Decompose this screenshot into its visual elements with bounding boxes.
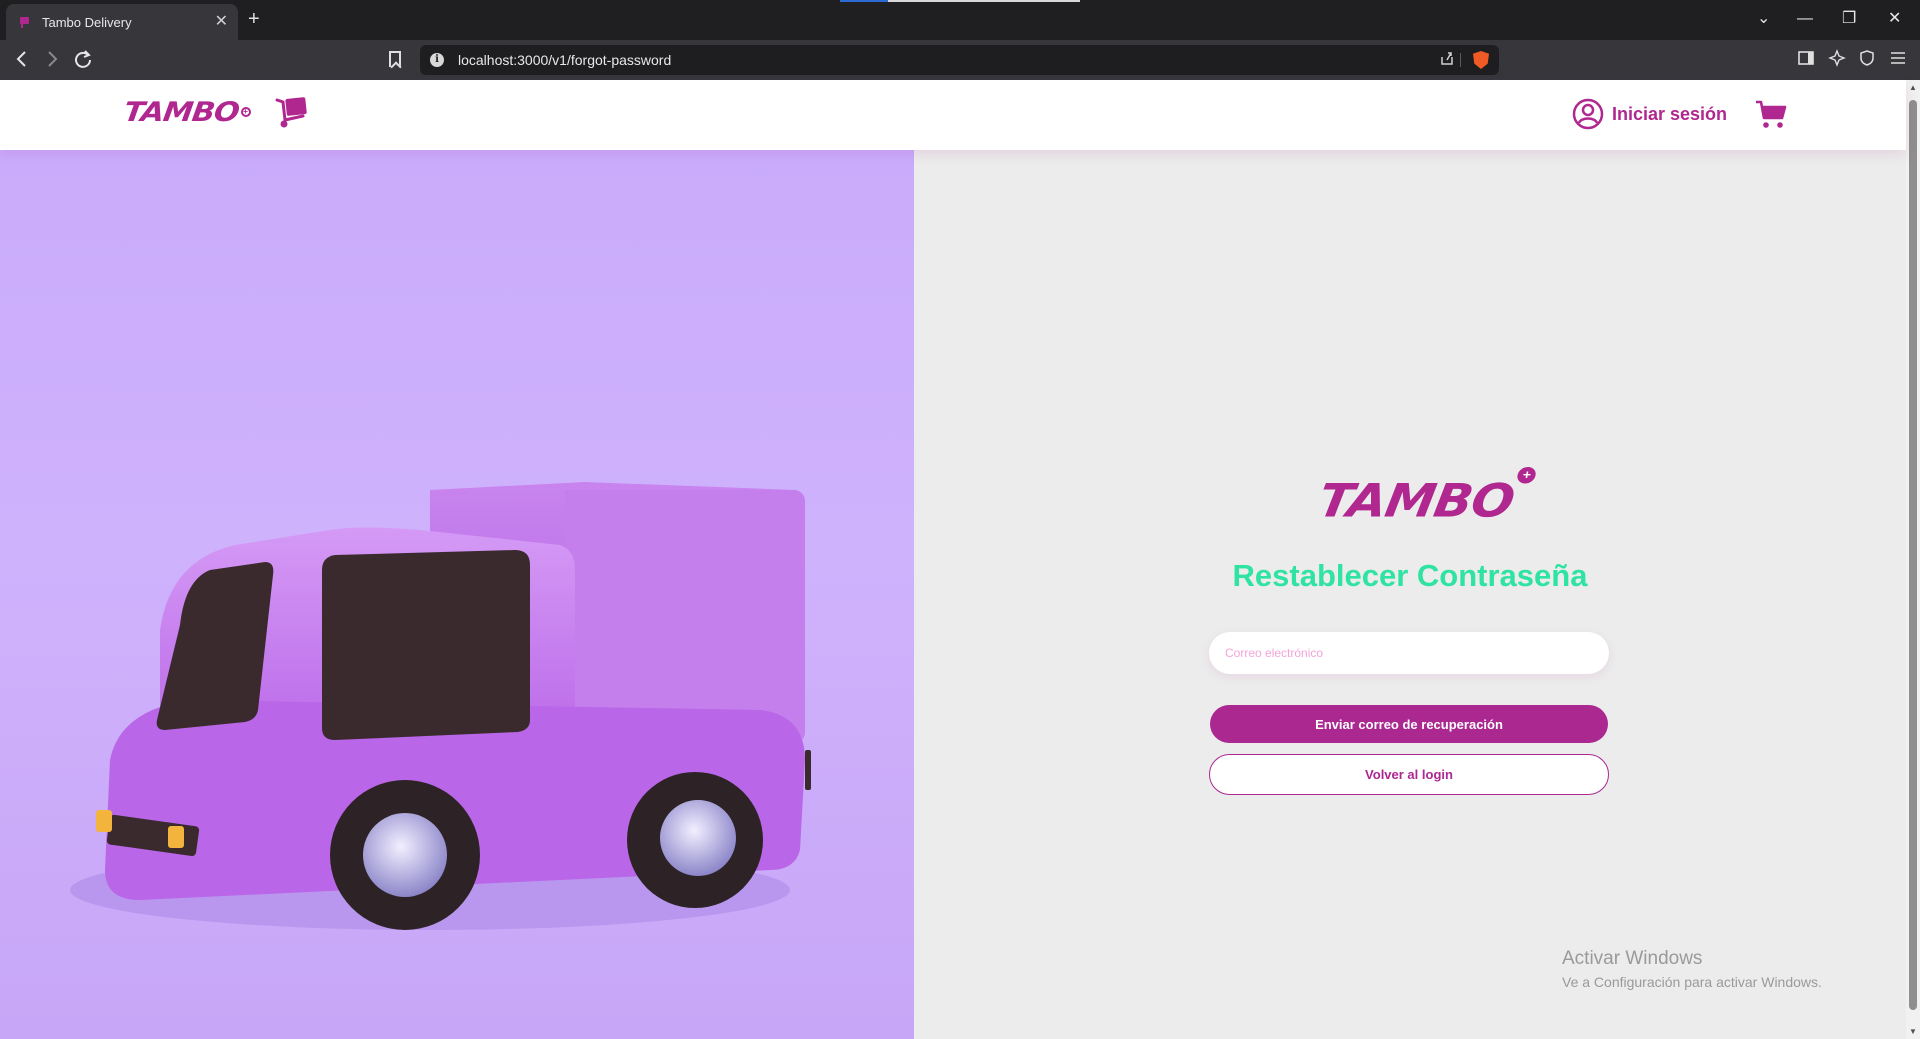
tambo-favicon-icon bbox=[20, 17, 29, 28]
form-logo: TAMBO+ bbox=[1314, 466, 1538, 528]
logo-plus-icon: + bbox=[240, 107, 251, 117]
page-title: Restablecer Contraseña bbox=[1232, 558, 1588, 593]
scroll-thumb[interactable] bbox=[1909, 100, 1917, 1010]
browser-tab[interactable]: Tambo Delivery ✕ bbox=[6, 4, 238, 40]
restore-button[interactable]: ❐ bbox=[1842, 8, 1856, 30]
brand[interactable]: TAMBO + bbox=[122, 94, 309, 130]
bookmark-icon[interactable] bbox=[389, 51, 401, 67]
close-window-button[interactable]: ✕ bbox=[1888, 8, 1901, 30]
omnibox-divider bbox=[1460, 53, 1461, 67]
leo-ai-icon[interactable] bbox=[1828, 49, 1846, 67]
form-logo-plus-icon: + bbox=[1516, 466, 1538, 484]
vpn-shield-icon[interactable] bbox=[1858, 49, 1876, 67]
shopping-cart-icon[interactable] bbox=[1754, 98, 1788, 130]
windows-activation-watermark: Activar Windows Ve a Configuración para … bbox=[1562, 948, 1822, 990]
hero-image bbox=[0, 150, 914, 1039]
tab-strip-indicator-secondary bbox=[888, 0, 1080, 2]
tab-title: Tambo Delivery bbox=[42, 14, 132, 30]
url-text[interactable]: localhost:3000/v1/forgot-password bbox=[458, 52, 671, 68]
new-tab-button[interactable]: + bbox=[248, 9, 260, 29]
back-to-login-button[interactable]: Volver al login bbox=[1209, 754, 1609, 795]
login-link[interactable]: Iniciar sesión bbox=[1572, 98, 1727, 130]
hand-truck-icon bbox=[275, 97, 307, 128]
page-scrollbar[interactable]: ▲ ▼ bbox=[1906, 80, 1920, 1039]
tab-list-icon[interactable]: ⌄ bbox=[1757, 8, 1770, 30]
delivery-truck-illustration bbox=[70, 482, 811, 930]
tab-strip-indicator bbox=[840, 0, 888, 2]
reload-icon[interactable] bbox=[73, 49, 93, 69]
browser-toolbar: i localhost:3000/v1/forgot-password bbox=[0, 40, 1920, 80]
email-field[interactable] bbox=[1209, 632, 1609, 674]
forward-icon[interactable] bbox=[44, 49, 60, 69]
address-bar[interactable]: i localhost:3000/v1/forgot-password bbox=[420, 45, 1499, 75]
menu-icon[interactable] bbox=[1889, 49, 1907, 67]
page-viewport: TAMBO + Iniciar sesión TAMBO+ Restablece… bbox=[0, 80, 1906, 1039]
login-label[interactable]: Iniciar sesión bbox=[1612, 104, 1727, 125]
site-info-icon[interactable]: i bbox=[430, 53, 444, 67]
send-recovery-email-button[interactable]: Enviar correo de recuperación bbox=[1210, 705, 1608, 743]
site-header: TAMBO + Iniciar sesión bbox=[0, 80, 1906, 150]
browser-tab-strip: Tambo Delivery ✕ + ⌄ — ❐ ✕ bbox=[0, 0, 1920, 40]
form-logo-text: TAMBO bbox=[1314, 474, 1519, 528]
scroll-up-icon[interactable]: ▲ bbox=[1908, 83, 1918, 92]
header-logo[interactable]: TAMBO bbox=[122, 96, 241, 128]
user-circle-icon bbox=[1572, 98, 1604, 130]
tab-close-icon[interactable]: ✕ bbox=[215, 14, 228, 30]
back-icon[interactable] bbox=[14, 49, 30, 69]
brave-shields-icon[interactable] bbox=[1473, 51, 1489, 69]
scroll-down-icon[interactable]: ▼ bbox=[1908, 1027, 1918, 1036]
sidebar-icon[interactable] bbox=[1797, 49, 1815, 67]
share-icon[interactable] bbox=[1439, 50, 1455, 66]
activation-subtitle: Ve a Configuración para activar Windows. bbox=[1562, 974, 1822, 990]
activation-title: Activar Windows bbox=[1562, 948, 1703, 969]
minimize-button[interactable]: — bbox=[1797, 8, 1813, 30]
reset-password-panel: TAMBO+ Restablecer Contraseña Enviar cor… bbox=[914, 150, 1906, 1039]
